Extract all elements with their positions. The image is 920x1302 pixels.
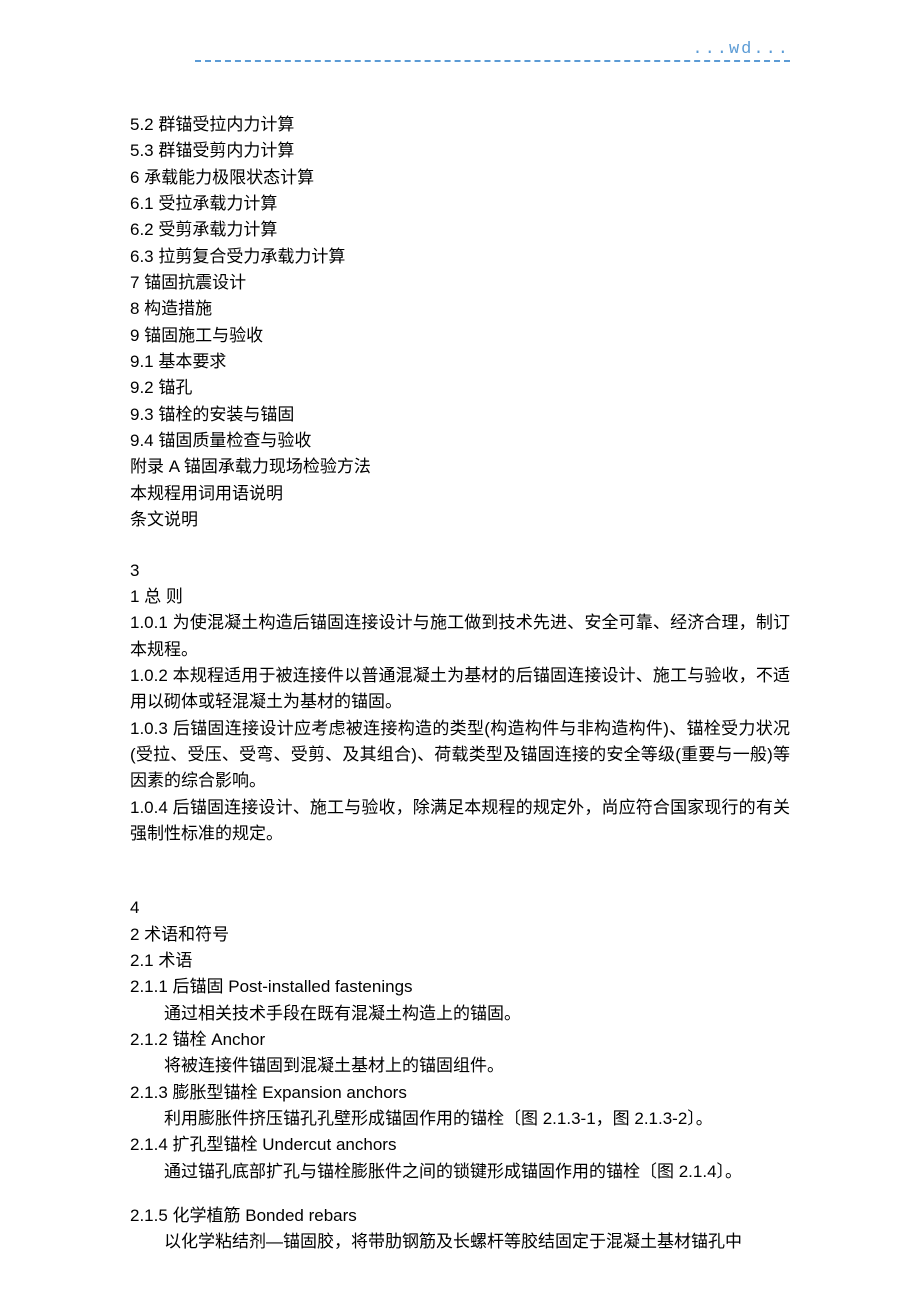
toc-item: 9.1 基本要求 xyxy=(130,349,790,375)
toc-item: 6.3 拉剪复合受力承载力计算 xyxy=(130,244,790,270)
toc-item: 9 锚固施工与验收 xyxy=(130,323,790,349)
document-page: ...wd... 5.2 群锚受拉内力计算 5.3 群锚受剪内力计算 6 承载能… xyxy=(0,0,920,1296)
term-definition: 利用膨胀件挤压锚孔孔壁形成锚固作用的锚栓〔图 2.1.3-1，图 2.1.3-2… xyxy=(130,1106,790,1132)
document-content: 5.2 群锚受拉内力计算 5.3 群锚受剪内力计算 6 承载能力极限状态计算 6… xyxy=(130,112,790,1256)
section-heading: 2 术语和符号 xyxy=(130,922,790,948)
page-number: 3 xyxy=(130,558,790,584)
subsection-heading: 2.1 术语 xyxy=(130,948,790,974)
term-definition: 以化学粘结剂—锚固胶，将带肋钢筋及长螺杆等胶结固定于混凝土基材锚孔中 xyxy=(130,1229,790,1255)
toc-item: 5.2 群锚受拉内力计算 xyxy=(130,112,790,138)
spacer xyxy=(130,534,790,558)
header-divider: ...wd... xyxy=(195,40,790,62)
section-general-rules: 3 1 总 则 1.0.1 为使混凝土构造后锚固连接设计与施工做到技术先进、安全… xyxy=(130,558,790,848)
toc-item: 9.4 锚固质量检查与验收 xyxy=(130,428,790,454)
term-title: 2.1.4 扩孔型锚栓 Undercut anchors xyxy=(130,1132,790,1158)
paragraph: 1.0.4 后锚固连接设计、施工与验收，除满足本规程的规定外，尚应符合国家现行的… xyxy=(130,795,790,848)
toc-item: 6 承载能力极限状态计算 xyxy=(130,165,790,191)
spacer xyxy=(130,847,790,895)
paragraph: 1.0.1 为使混凝土构造后锚固连接设计与施工做到技术先进、安全可靠、经济合理，… xyxy=(130,610,790,663)
term-title: 2.1.2 锚栓 Anchor xyxy=(130,1027,790,1053)
spacer xyxy=(130,1185,790,1203)
toc-item: 5.3 群锚受剪内力计算 xyxy=(130,138,790,164)
table-of-contents: 5.2 群锚受拉内力计算 5.3 群锚受剪内力计算 6 承载能力极限状态计算 6… xyxy=(130,112,790,534)
toc-item: 7 锚固抗震设计 xyxy=(130,270,790,296)
page-number: 4 xyxy=(130,895,790,921)
paragraph: 1.0.2 本规程适用于被连接件以普通混凝土为基材的后锚固连接设计、施工与验收，… xyxy=(130,663,790,716)
toc-item: 9.2 锚孔 xyxy=(130,375,790,401)
toc-item: 6.2 受剪承载力计算 xyxy=(130,217,790,243)
term-title: 2.1.1 后锚固 Post-installed fastenings xyxy=(130,974,790,1000)
term-title: 2.1.5 化学植筋 Bonded rebars xyxy=(130,1203,790,1229)
term-title: 2.1.3 膨胀型锚栓 Expansion anchors xyxy=(130,1080,790,1106)
term-definition: 将被连接件锚固到混凝土基材上的锚固组件。 xyxy=(130,1053,790,1079)
section-terms-symbols: 4 2 术语和符号 2.1 术语 2.1.1 后锚固 Post-installe… xyxy=(130,895,790,1255)
header-wd-text: ...wd... xyxy=(692,40,790,59)
paragraph: 1.0.3 后锚固连接设计应考虑被连接构造的类型(构造构件与非构造构件)、锚栓受… xyxy=(130,716,790,795)
toc-item: 本规程用词用语说明 xyxy=(130,481,790,507)
term-definition: 通过锚孔底部扩孔与锚栓膨胀件之间的锁键形成锚固作用的锚栓〔图 2.1.4〕。 xyxy=(130,1159,790,1185)
toc-item: 9.3 锚栓的安装与锚固 xyxy=(130,402,790,428)
toc-item: 8 构造措施 xyxy=(130,296,790,322)
toc-item: 附录 A 锚固承载力现场检验方法 xyxy=(130,454,790,480)
toc-item: 6.1 受拉承载力计算 xyxy=(130,191,790,217)
toc-item: 条文说明 xyxy=(130,507,790,533)
term-definition: 通过相关技术手段在既有混凝土构造上的锚固。 xyxy=(130,1001,790,1027)
section-heading: 1 总 则 xyxy=(130,584,790,610)
